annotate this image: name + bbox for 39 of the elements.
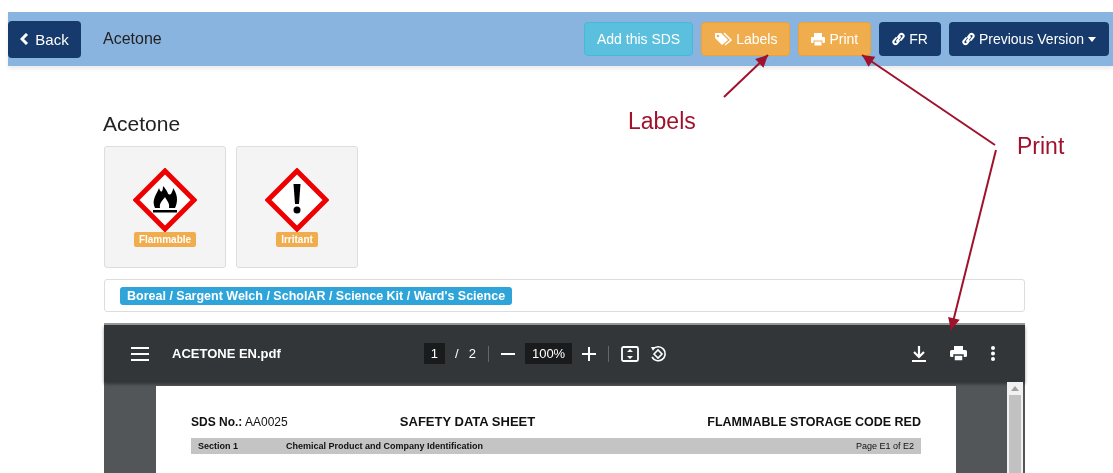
storage-code: FLAMMABLE STORAGE CODE RED	[707, 414, 921, 429]
zoom-field[interactable]: 100%	[524, 343, 573, 364]
hazard-label: Irritant	[276, 231, 318, 247]
annotation-label: Labels	[628, 108, 696, 135]
document-title: SAFETY DATA SHEET	[399, 414, 536, 429]
rotate-icon[interactable]	[649, 344, 668, 363]
download-icon[interactable]	[912, 345, 926, 362]
chevron-left-icon	[20, 33, 30, 45]
link-icon	[892, 32, 906, 46]
product-name: Acetone	[103, 112, 181, 136]
section-number: Section 1	[198, 441, 238, 451]
printer-icon	[811, 32, 826, 46]
hazard-label: Flammable	[133, 231, 197, 247]
sds-number: SDS No.: AA0025	[191, 414, 288, 429]
page-reference: Page E1 of E2	[855, 441, 914, 451]
back-button[interactable]: Back	[8, 20, 81, 58]
brand-tag: Boreal / Sargent Welch / ScholAR / Science Kit / Ward's Science	[120, 286, 513, 305]
page-separator: /	[455, 346, 459, 361]
page-title: Acetone	[103, 30, 162, 48]
fit-page-icon[interactable]	[621, 345, 640, 362]
page-number-field[interactable]: 1	[423, 343, 446, 364]
link-icon	[961, 32, 975, 46]
scrollbar[interactable]	[1007, 382, 1023, 473]
exclamation-pictogram-icon	[265, 167, 329, 232]
caret-icon	[1088, 36, 1096, 42]
zoom-in-icon[interactable]	[582, 346, 597, 361]
toolbar-button[interactable]: Previous Version	[948, 22, 1109, 56]
more-options-icon[interactable]	[991, 346, 995, 361]
file-name: ACETONE EN.pdf	[172, 346, 281, 361]
page-count: 2	[468, 346, 476, 361]
flame-pictogram-icon	[133, 167, 197, 232]
tag-icon	[714, 32, 733, 46]
section-title: Chemical Product and Company Identification	[286, 441, 484, 451]
annotation-label: Print	[1017, 133, 1065, 160]
menu-icon[interactable]	[131, 346, 149, 361]
print-icon[interactable]	[950, 346, 967, 361]
toolbar-button[interactable]: FR	[879, 22, 941, 56]
annotation-arrow	[723, 54, 769, 98]
zoom-out-icon[interactable]	[500, 352, 515, 355]
